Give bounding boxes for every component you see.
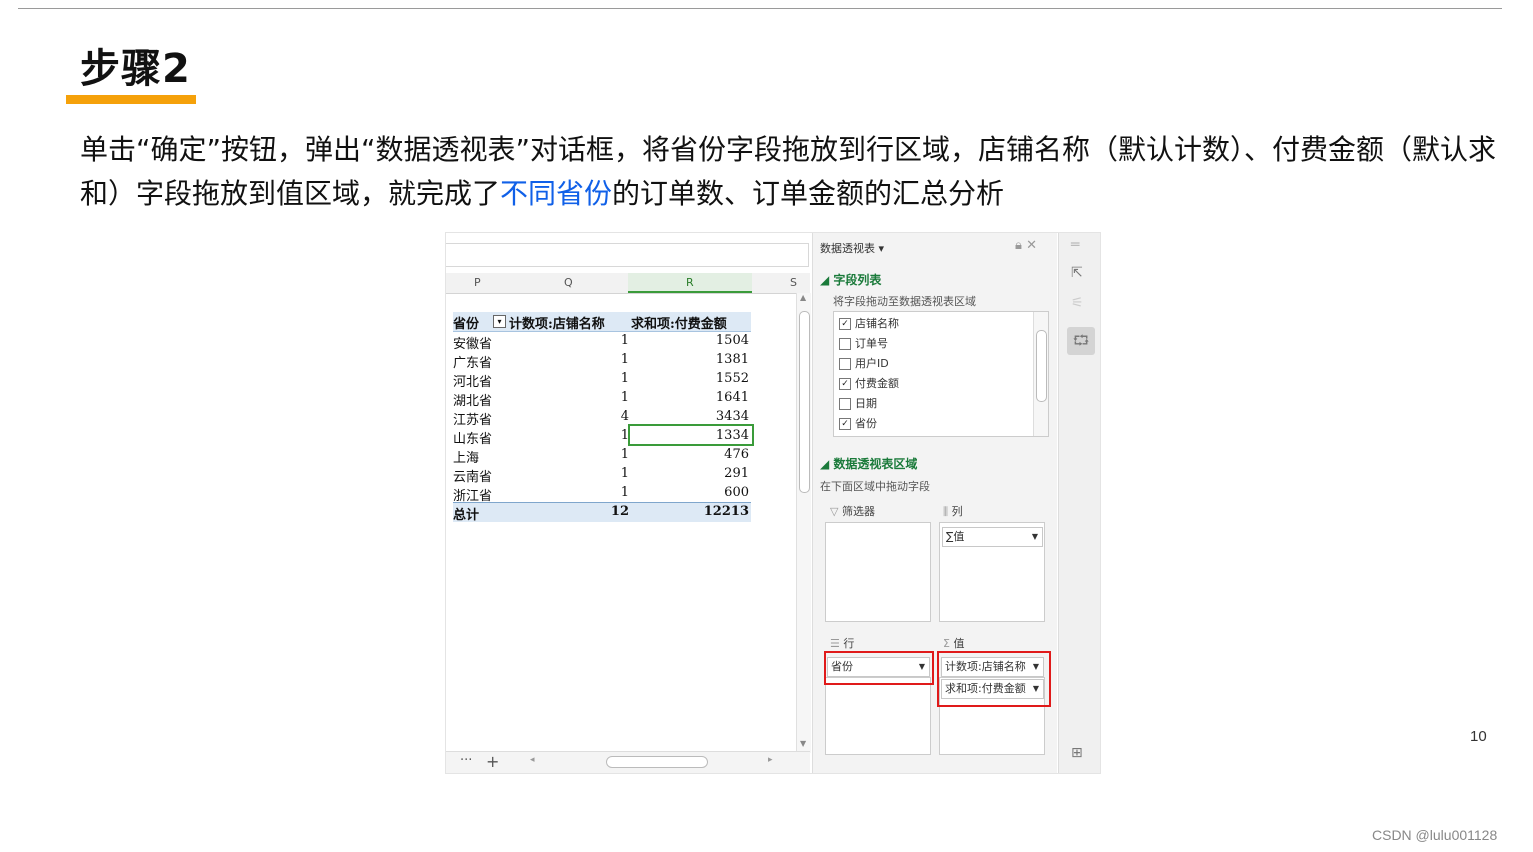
sigma-icon: Σ xyxy=(943,637,950,650)
value-zone-label: Σ 值 xyxy=(943,637,965,650)
side-toolbar: ═ ⇱ ⚟ ⮔ ⊞ xyxy=(1058,233,1100,773)
pivot-area-section[interactable]: ◢ 数据透视表区域 xyxy=(820,455,917,472)
pivot-total-row[interactable]: 总计 12 12213 xyxy=(453,502,751,523)
scroll-down-icon[interactable]: ▼ xyxy=(800,739,806,748)
checkbox-icon xyxy=(839,338,851,350)
value-callout-box xyxy=(937,651,1051,707)
lock-icon[interactable]: 🔒︎ xyxy=(1015,238,1022,253)
column-header-q[interactable]: Q xyxy=(564,276,573,289)
pane-title-icons: 🔒︎ ✕ xyxy=(1015,238,1037,253)
settings-sliders-icon[interactable]: ⚟ xyxy=(1071,295,1084,311)
sheet-vertical-scrollbar[interactable]: ▲ ▼ xyxy=(796,293,811,753)
chevron-down-icon: ▼ xyxy=(1031,532,1038,541)
field-list-hint: 将字段拖动至数据透视表区域 xyxy=(833,295,976,308)
formula-bar[interactable] xyxy=(446,243,809,267)
filter-zone-label: ▽ 筛选器 xyxy=(830,505,875,518)
cursor-icon[interactable]: ⇱ xyxy=(1071,265,1083,281)
row-zone-icon: ☰ xyxy=(830,637,840,650)
column-header-p[interactable]: P xyxy=(474,276,481,289)
slide-paragraph: 单击“确定”按钮，弹出“数据透视表”对话框，将省份字段拖放到行区域，店铺名称（默… xyxy=(80,128,1500,216)
total-sum: 12213 xyxy=(703,504,749,519)
pane-title[interactable]: 数据透视表 ▾ xyxy=(820,240,884,256)
scrollbar-thumb[interactable] xyxy=(1036,330,1047,402)
slide-title: 步骤2 xyxy=(80,46,191,92)
total-count: 12 xyxy=(610,504,629,519)
header-sum[interactable]: 求和项:付费金额 xyxy=(631,313,727,332)
more-sheets-icon[interactable]: ··· xyxy=(460,753,472,768)
page-number: 10 xyxy=(1470,728,1487,745)
header-count[interactable]: 计数项:店铺名称 xyxy=(509,313,605,332)
field-item-user-id[interactable]: 用户ID xyxy=(839,355,889,373)
row-zone-label: ☰ 行 xyxy=(830,637,855,650)
para-highlight: 不同省份 xyxy=(500,177,613,210)
filter-icon: ▽ xyxy=(830,505,839,518)
column-zone-icon: ⫼ xyxy=(943,505,949,518)
filter-zone[interactable] xyxy=(825,522,931,622)
pivot-pane-toggle-icon[interactable]: ⮔ xyxy=(1067,327,1095,355)
column-zone-label: ⫼ 列 xyxy=(943,505,963,518)
field-list-scrollbar[interactable] xyxy=(1033,312,1048,436)
pivot-header-row: 省份 ▾ 计数项:店铺名称 求和项:付费金额 xyxy=(453,312,751,332)
column-zone[interactable]: ∑值 ▼ xyxy=(939,522,1045,622)
pivot-screenshot: P Q R S 省份 ▾ 计数项:店铺名称 求和项:付费金额 安徽省 1 1504 … xyxy=(445,232,1101,774)
pivot-table-pane: 数据透视表 ▾ 🔒︎ ✕ ◢ 字段列表 将字段拖动至数据透视表区域 ✓ 店铺名称 … xyxy=(812,233,1057,773)
horizontal-scrollbar-thumb[interactable] xyxy=(606,756,708,768)
para-text-2: 的订单数、订单金额的汇总分析 xyxy=(612,177,1005,210)
table-row[interactable]: 云南省 1 291 xyxy=(453,465,751,485)
checkbox-icon xyxy=(839,358,851,370)
field-item-order-id[interactable]: 订单号 xyxy=(839,335,888,353)
field-item-province[interactable]: ✓ 省份 xyxy=(839,415,877,433)
field-item-shop-name[interactable]: ✓ 店铺名称 xyxy=(839,315,899,333)
field-item-date[interactable]: 日期 xyxy=(839,395,877,413)
table-row[interactable]: 浙江省 1 600 xyxy=(453,484,751,504)
title-accent-bar xyxy=(66,95,196,104)
scroll-up-icon[interactable]: ▲ xyxy=(800,293,806,302)
watermark: CSDN @lulu001128 xyxy=(1372,827,1498,843)
scroll-right-icon[interactable]: ▸ xyxy=(768,755,773,765)
checkbox-checked-icon: ✓ xyxy=(839,318,851,330)
column-header-row: P Q R S xyxy=(446,273,810,294)
selected-cell-outline xyxy=(628,424,754,446)
pivot-area-hint: 在下面区域中拖动字段 xyxy=(820,480,930,493)
table-row[interactable]: 安徽省 1 1504 xyxy=(453,332,751,352)
header-province[interactable]: 省份 xyxy=(453,313,479,332)
column-chip[interactable]: ∑值 ▼ xyxy=(942,527,1043,547)
scroll-left-icon[interactable]: ◂ xyxy=(530,755,535,765)
field-item-amount[interactable]: ✓ 付费金额 xyxy=(839,375,899,393)
top-divider xyxy=(18,8,1502,9)
column-header-s[interactable]: S xyxy=(790,276,797,289)
scrollbar-thumb[interactable] xyxy=(799,311,810,493)
checkbox-checked-icon: ✓ xyxy=(839,378,851,390)
add-sheet-icon[interactable]: + xyxy=(486,752,499,771)
drag-handle-icon: ═ xyxy=(1071,237,1080,253)
table-row[interactable]: 湖北省 1 1641 xyxy=(453,389,751,409)
close-icon[interactable]: ✕ xyxy=(1026,238,1037,253)
table-row[interactable]: 上海 1 476 xyxy=(453,446,751,466)
total-label: 总计 xyxy=(453,508,480,523)
field-list-section[interactable]: ◢ 字段列表 xyxy=(820,271,881,288)
sheet-bottom-bar: ··· + ◂ ▸ xyxy=(446,751,810,773)
row-callout-box xyxy=(824,651,934,685)
grid-apps-icon[interactable]: ⊞ xyxy=(1071,745,1083,761)
column-header-r[interactable]: R xyxy=(686,276,694,289)
pivot-table: 省份 ▾ 计数项:店铺名称 求和项:付费金额 安徽省 1 1504 广东省 1 1381… xyxy=(446,293,796,753)
filter-dropdown-icon[interactable]: ▾ xyxy=(493,315,506,328)
table-row[interactable]: 广东省 1 1381 xyxy=(453,351,751,371)
row-zone[interactable] xyxy=(825,677,931,755)
table-row[interactable]: 河北省 1 1552 xyxy=(453,370,751,390)
checkbox-checked-icon: ✓ xyxy=(839,418,851,430)
field-list: ✓ 店铺名称 订单号 用户ID ✓ 付费金额 日期 ✓ 省份 xyxy=(833,311,1049,437)
checkbox-icon xyxy=(839,398,851,410)
